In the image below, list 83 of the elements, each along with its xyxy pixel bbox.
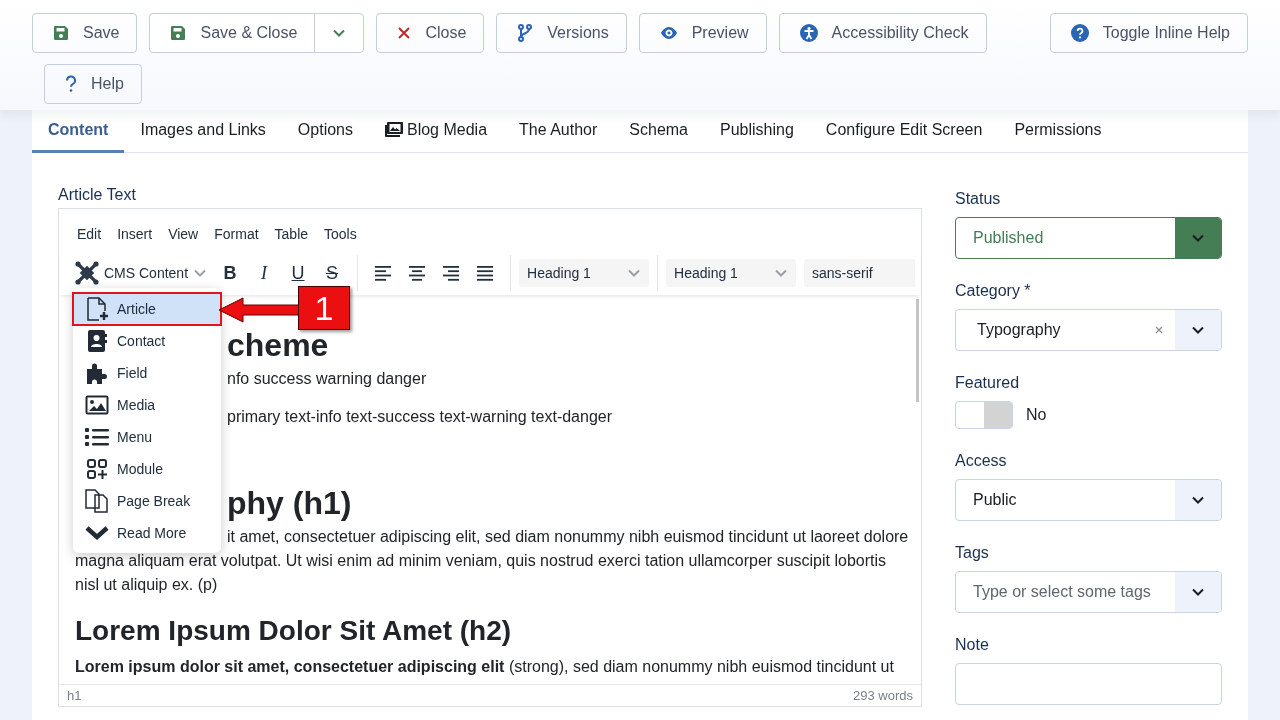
save-icon xyxy=(53,25,69,41)
note-field[interactable] xyxy=(955,663,1222,705)
heading: Lorem Ipsum Dolor Sit Amet (h2) xyxy=(75,614,513,648)
paragraph: nfo success warning danger xyxy=(227,369,428,389)
paragraph: primary text-info text-success text-warning text-danger xyxy=(227,407,614,427)
menu-item[interactable]: Article xyxy=(73,293,221,325)
toolbar-button[interactable]: Help xyxy=(44,64,142,104)
heading: cheme xyxy=(227,329,330,361)
field-label: Note xyxy=(955,635,990,655)
format-select[interactable]: Heading 1 xyxy=(519,259,650,287)
list-icon xyxy=(85,425,109,449)
toolbar-button[interactable]: Close xyxy=(376,13,485,53)
document-plus-icon xyxy=(85,297,109,321)
clear-icon xyxy=(1155,326,1163,334)
help-icon xyxy=(65,75,77,93)
toolbar-button[interactable]: Accessibility Check xyxy=(778,13,987,53)
eye-icon xyxy=(659,26,678,40)
tab[interactable]: Options xyxy=(281,110,369,153)
paragraph: Lorem ipsum dolor sit amet, consectetuer adipiscing elit (strong), sed diam nonummy nibh euismod tincidunt ut xyxy=(75,657,895,677)
menu-item[interactable]: Format xyxy=(206,223,267,245)
puzzle-icon xyxy=(85,361,109,385)
field-label: Category * xyxy=(955,281,1032,301)
status-select[interactable]: Published xyxy=(955,217,1222,259)
format-select[interactable]: sans-serif xyxy=(804,259,915,287)
element-path: h1 xyxy=(67,688,82,703)
menu-item[interactable]: Tools xyxy=(316,223,365,245)
save-icon xyxy=(170,25,187,41)
format-button[interactable]: U xyxy=(281,263,316,283)
menu-item[interactable]: Table xyxy=(266,223,317,245)
tab[interactable]: Images and Links xyxy=(124,110,282,153)
format-button[interactable]: S xyxy=(315,263,350,283)
menu-item[interactable]: Module xyxy=(73,453,221,485)
toolbar-button[interactable]: Versions xyxy=(496,13,627,53)
accessibility-icon xyxy=(799,24,818,42)
align-left-icon xyxy=(375,265,392,281)
format-select[interactable]: Heading 1 xyxy=(666,259,797,287)
tab[interactable]: Schema xyxy=(613,110,704,153)
paragraph: magna aliquam erat volutpat. Ut wisi enim ad minim veniam, quis nostrud exerci tation ullamcorper suscipit lobortis nisl ut aliquip ex. (p) xyxy=(75,551,887,595)
pages-icon xyxy=(85,489,109,513)
tab[interactable]: The Author xyxy=(503,110,614,153)
callout-badge: 1 xyxy=(298,286,350,330)
help-icon xyxy=(1070,24,1089,42)
format-button[interactable]: B xyxy=(213,263,248,283)
field-label: Article Text xyxy=(58,185,137,205)
field-label: Tags xyxy=(955,543,990,563)
menu-item[interactable]: Media xyxy=(73,389,221,421)
field-label: Access xyxy=(955,451,1008,471)
category-select[interactable]: Typography xyxy=(955,309,1222,351)
tab[interactable]: Content xyxy=(32,110,125,153)
menu-item[interactable]: Contact xyxy=(73,325,221,357)
field-label: Featured xyxy=(955,373,1021,393)
field-label: Status xyxy=(955,189,1002,209)
justify-icon xyxy=(477,265,494,281)
save-close-button[interactable]: Save & Close xyxy=(150,14,315,52)
tags-select[interactable]: Type or select some tags xyxy=(955,571,1222,613)
menu-item[interactable]: Menu xyxy=(73,421,221,453)
toolbar-button[interactable]: Save xyxy=(32,13,138,53)
contact-card-icon xyxy=(85,329,109,353)
logo-icon xyxy=(75,261,99,285)
modules-icon xyxy=(85,457,109,481)
menu-item[interactable]: Edit xyxy=(69,223,110,245)
close-icon xyxy=(397,26,412,40)
align-center-icon xyxy=(409,265,426,281)
tab[interactable]: Publishing xyxy=(704,110,810,153)
toolbar-button[interactable]: Preview xyxy=(638,13,767,53)
images-icon xyxy=(385,122,403,138)
image-icon xyxy=(85,393,109,417)
word-count: 293 words xyxy=(853,688,913,703)
menu-item[interactable]: Page Break xyxy=(73,485,221,517)
toolbar-button[interactable]: Toggle Inline Help xyxy=(1049,13,1248,53)
align-right-icon xyxy=(443,265,460,281)
access-select[interactable]: Public xyxy=(955,479,1222,521)
menu-item[interactable]: Field xyxy=(73,357,221,389)
menu-item[interactable]: View xyxy=(160,223,207,245)
cms-content-button[interactable]: CMS Content xyxy=(73,261,214,285)
branch-icon xyxy=(517,24,534,42)
tab[interactable]: Permissions xyxy=(998,110,1118,153)
tab[interactable]: Blog Media xyxy=(369,110,504,153)
tab[interactable]: Configure Edit Screen xyxy=(809,110,999,153)
heading: phy (h1) xyxy=(227,487,353,519)
menu-item[interactable]: Read More xyxy=(73,517,221,549)
format-button[interactable]: I xyxy=(247,263,282,283)
menu-item[interactable]: Insert xyxy=(109,223,161,245)
